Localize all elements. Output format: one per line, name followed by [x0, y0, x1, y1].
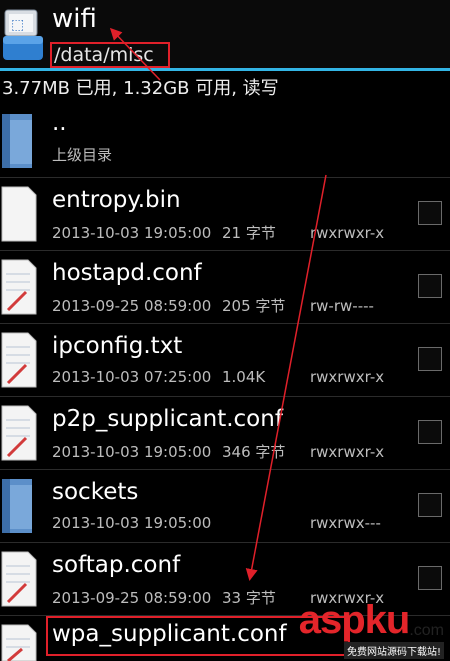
item-meta: 2013-10-03 19:05:00 346 字节 rwxrwxr-x [52, 441, 384, 462]
item-meta: 2013-09-25 08:59:00 205 字节 rw-rw---- [52, 295, 374, 316]
list-item[interactable]: entropy.bin 2013-10-03 19:05:00 21 字节 rwxr… [0, 177, 450, 251]
svg-text:⬚: ⬚ [11, 17, 24, 33]
file-icon [1, 186, 37, 242]
select-checkbox[interactable] [418, 420, 442, 444]
list-item-parent[interactable]: .. 上级目录 [0, 104, 450, 178]
select-checkbox[interactable] [418, 566, 442, 590]
text-file-icon [1, 332, 37, 388]
select-checkbox[interactable] [418, 347, 442, 371]
item-size: 346 字节 [222, 443, 286, 461]
item-name: sockets [52, 479, 139, 505]
file-manager-icon[interactable]: ⬚ [2, 6, 44, 62]
list-item[interactable]: hostapd.conf 2013-09-25 08:59:00 205 字节 rw… [0, 250, 450, 324]
text-file-icon [1, 551, 37, 607]
item-name: p2p_supplicant.conf [52, 406, 283, 432]
folder-icon [2, 479, 32, 533]
item-name: hostapd.conf [52, 260, 202, 286]
path-breadcrumb[interactable]: /data/misc [50, 42, 170, 68]
folder-icon [2, 114, 32, 168]
annotation-box [46, 616, 350, 656]
item-date: 2013-10-03 07:25:00 [52, 368, 212, 386]
item-date: 2013-10-03 19:05:00 [52, 443, 212, 461]
text-file-icon [1, 259, 37, 315]
text-file-icon [1, 624, 37, 661]
list-item[interactable]: sockets 2013-10-03 19:05:00 rwxrwx--- [0, 469, 450, 543]
select-checkbox[interactable] [418, 493, 442, 517]
header-bar: ⬚ wifi /data/misc [0, 0, 450, 71]
item-meta: 2013-09-25 08:59:00 33 字节 rwxrwxr-x [52, 587, 384, 608]
item-size: 21 字节 [222, 224, 276, 242]
item-size: 1.04K [222, 368, 266, 386]
item-permissions: rwxrwxr-x [310, 224, 385, 242]
page-title: wifi [52, 4, 97, 34]
storage-info: 3.77MB 已用, 1.32GB 可用, 读写 [2, 78, 279, 99]
item-date: 2013-09-25 08:59:00 [52, 297, 212, 315]
item-meta: 2013-10-03 19:05:00 rwxrwx--- [52, 514, 381, 532]
list-item[interactable]: softap.conf 2013-09-25 08:59:00 33 字节 rwxr… [0, 542, 450, 616]
item-date: 2013-09-25 08:59:00 [52, 589, 212, 607]
list-item[interactable]: ipconfig.txt 2013-10-03 07:25:00 1.04K rwx… [0, 323, 450, 397]
item-permissions: rwxrwxr-x [310, 443, 385, 461]
item-name: softap.conf [52, 552, 181, 578]
item-permissions: rwxrwx--- [310, 514, 381, 532]
item-name: .. [52, 110, 67, 136]
list-item[interactable]: p2p_supplicant.conf 2013-10-03 19:05:00 3… [0, 396, 450, 470]
item-permissions: rwxrwxr-x [310, 368, 385, 386]
select-checkbox[interactable] [418, 274, 442, 298]
item-permissions: rwxrwxr-x [310, 589, 385, 607]
item-meta: 2013-10-03 19:05:00 21 字节 rwxrwxr-x [52, 222, 384, 243]
item-date: 2013-10-03 19:05:00 [52, 514, 212, 532]
item-name: entropy.bin [52, 187, 181, 213]
item-permissions: rw-rw---- [310, 297, 374, 315]
select-checkbox[interactable] [418, 201, 442, 225]
item-size: 33 字节 [222, 589, 276, 607]
item-meta: 上级目录 [52, 146, 113, 164]
item-meta: 2013-10-03 07:25:00 1.04K rwxrwxr-x [52, 368, 384, 386]
item-date: 2013-10-03 19:05:00 [52, 224, 212, 242]
item-size: 205 字节 [222, 297, 286, 315]
item-name: ipconfig.txt [52, 333, 183, 359]
text-file-icon [1, 405, 37, 461]
